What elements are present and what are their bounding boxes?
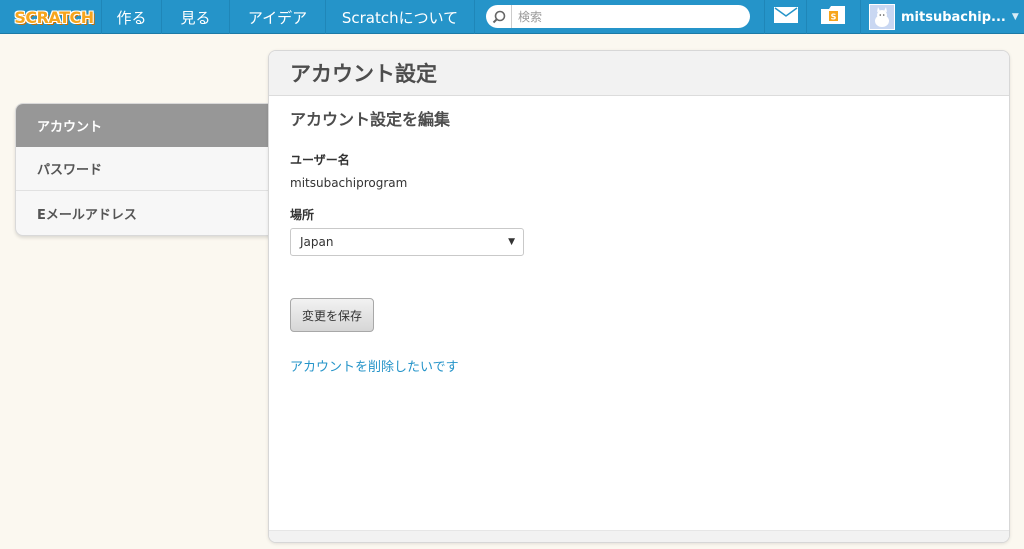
- panel-footer: [269, 530, 1009, 542]
- sidebar-item-password[interactable]: パスワード: [16, 147, 270, 191]
- username-value: mitsubachiprogram: [290, 176, 408, 190]
- sidebar-item-account[interactable]: アカウント: [16, 104, 270, 147]
- logo-text: SCRATCH: [14, 7, 94, 27]
- folder-icon: S: [820, 5, 846, 29]
- avatar: [869, 4, 895, 30]
- nav-create[interactable]: 作る: [101, 0, 161, 34]
- mystuff-button[interactable]: S: [806, 0, 858, 34]
- envelope-icon: [773, 7, 798, 27]
- delete-account-link[interactable]: アカウントを削除したいです: [290, 356, 459, 375]
- svg-text:S: S: [830, 13, 836, 22]
- sidebar-item-label: パスワード: [37, 163, 103, 178]
- nav-explore[interactable]: 見る: [161, 0, 229, 34]
- location-select[interactable]: Japan ▼: [290, 228, 524, 256]
- sidebar-item-email[interactable]: Eメールアドレス: [16, 191, 270, 235]
- search-icon[interactable]: [486, 5, 512, 28]
- scratch-logo[interactable]: SCRATCH: [14, 4, 94, 30]
- section-title: アカウント設定を編集: [290, 110, 451, 129]
- nav-ideas[interactable]: アイデア: [229, 0, 325, 34]
- search-box: [486, 5, 750, 28]
- chevron-down-icon: ▼: [1011, 12, 1019, 22]
- location-label: 場所: [290, 208, 315, 222]
- nav-about[interactable]: Scratchについて: [325, 0, 475, 34]
- settings-sidebar: アカウント パスワード Eメールアドレス: [15, 103, 271, 236]
- chevron-down-icon: ▼: [508, 237, 515, 247]
- search-input[interactable]: [518, 6, 738, 27]
- account-settings-panel: アカウント設定 アカウント設定を編集 ユーザー名 mitsubachiprogr…: [268, 50, 1010, 543]
- location-selected-value: Japan: [300, 235, 334, 249]
- sidebar-item-label: アカウント: [37, 120, 103, 135]
- top-navigation-bar: SCRATCH 作る 見る アイデア Scratchについて S: [0, 0, 1024, 34]
- username-label: ユーザー名: [290, 153, 350, 167]
- sidebar-item-label: Eメールアドレス: [37, 207, 137, 223]
- save-button[interactable]: 変更を保存: [290, 298, 374, 332]
- messages-button[interactable]: [764, 0, 806, 34]
- user-menu[interactable]: mitsubachip... ▼: [860, 0, 1024, 34]
- page-title: アカウント設定: [290, 62, 437, 86]
- username-label: mitsubachip...: [901, 9, 1006, 25]
- panel-header: アカウント設定: [269, 51, 1009, 96]
